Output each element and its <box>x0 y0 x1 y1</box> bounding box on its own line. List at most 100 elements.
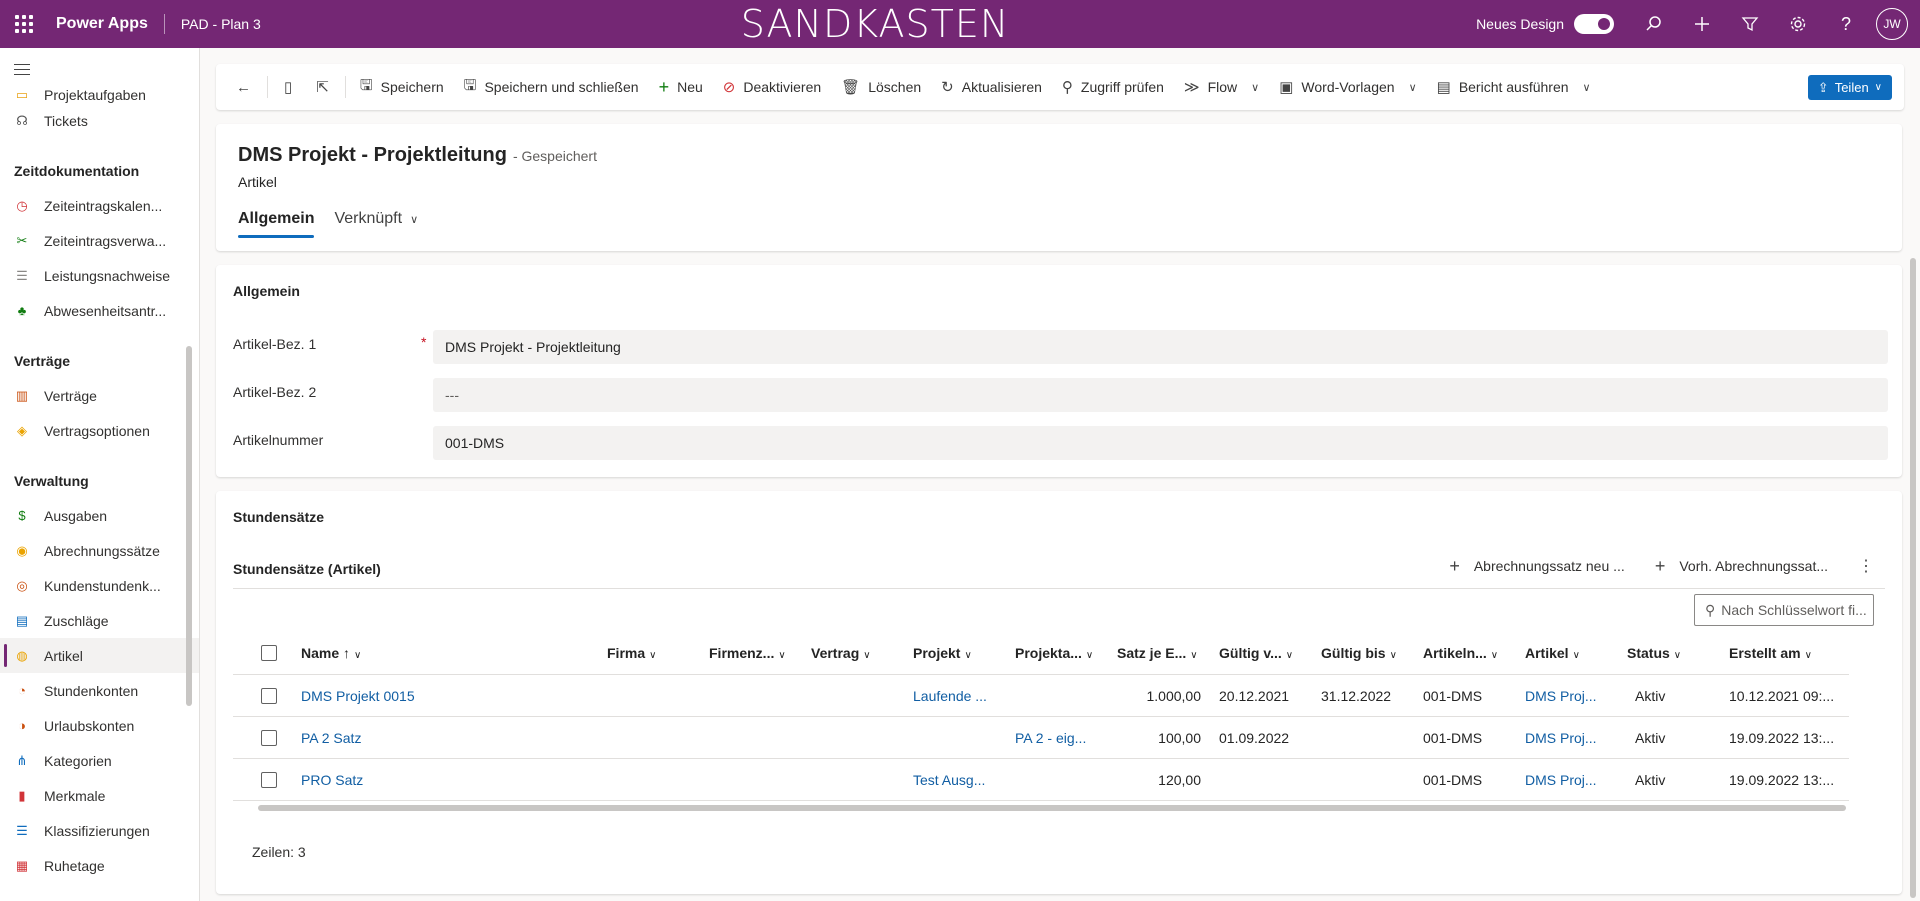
cell-name-link[interactable]: PA 2 Satz <box>293 730 599 746</box>
tab-label: Allgemein <box>238 210 315 227</box>
sidebar-scrollbar[interactable] <box>186 346 192 706</box>
sidebar-item-artikel[interactable]: ◍ Artikel <box>0 638 199 673</box>
app-launcher-icon[interactable] <box>0 0 48 48</box>
col-header-projektaufgabe[interactable]: Projekta... ∨ <box>1007 645 1109 661</box>
new-button[interactable]: + Neu <box>649 64 713 110</box>
cell-projekt-link[interactable]: Test Ausg... <box>905 772 1007 788</box>
row-checkbox[interactable] <box>261 771 277 788</box>
help-icon[interactable]: ? <box>1822 0 1870 48</box>
col-header-satz[interactable]: Satz je E... ∨ <box>1109 645 1211 661</box>
row-checkbox[interactable] <box>261 687 277 704</box>
sidebar-item-ausgaben[interactable]: $ Ausgaben <box>0 498 199 533</box>
artikel-bez-1-input[interactable]: DMS Projekt - Projektleitung <box>433 330 1888 364</box>
sidebar-item-abrechnungssaetze[interactable]: ◉ Abrechnungssätze <box>0 533 199 568</box>
sidebar-item-zeiteintragskalender[interactable]: ◷ Zeiteintragskalen... <box>0 188 199 223</box>
col-header-gueltig-von[interactable]: Gültig v... ∨ <box>1211 645 1313 661</box>
col-header-vertrag[interactable]: Vertrag ∨ <box>803 645 905 661</box>
cell-projekt-link[interactable]: Laufende ... <box>905 688 1007 704</box>
sidebar-item-zuschlaege[interactable]: ▤ Zuschläge <box>0 603 199 638</box>
sidebar-item-vertraege[interactable]: ▥ Verträge <box>0 378 199 413</box>
sidebar-item-urlaubskonten[interactable]: ◑ Urlaubskonten <box>0 708 199 743</box>
search-icon[interactable] <box>1630 0 1678 48</box>
rates-section: Stundensätze Stundensätze (Artikel) + Abr… <box>216 491 1902 894</box>
row-checkbox[interactable] <box>261 729 277 746</box>
col-header-firma[interactable]: Firma ∨ <box>599 645 701 661</box>
sidebar-item-tickets[interactable]: ☊ Tickets <box>0 103 199 138</box>
clock-icon: ◷ <box>16 197 28 213</box>
plus-icon[interactable] <box>1678 0 1726 48</box>
save-status: - Gespeichert <box>512 148 597 164</box>
sidebar-item-zeiteintragsverwaltung[interactable]: ✂ Zeiteintragsverwa... <box>0 223 199 258</box>
avatar[interactable]: JW <box>1876 8 1908 40</box>
new-design-label: Neues Design <box>1476 16 1564 32</box>
sidebar-item-leistungsnachweise[interactable]: ☰ Leistungsnachweise <box>0 258 199 293</box>
select-all-checkbox[interactable] <box>261 644 277 661</box>
flow-button[interactable]: ≫ Flow ∨ <box>1174 64 1269 110</box>
save-and-close-button[interactable]: 🖫 Speichern und schließen <box>454 64 649 110</box>
col-header-label: Satz je E... <box>1117 644 1187 661</box>
table-row[interactable]: PA 2 Satz PA 2 - eig... 100,00 01.09.202… <box>233 717 1849 759</box>
form-view-button[interactable]: ▯ <box>272 64 304 110</box>
artikelnummer-input[interactable]: 001-DMS <box>433 426 1888 460</box>
deactivate-button[interactable]: ⊘ Deaktivieren <box>713 64 831 110</box>
sidebar-item-kategorien[interactable]: ⋔ Kategorien <box>0 743 199 778</box>
page-scrollbar[interactable] <box>1910 258 1916 898</box>
cell-artikel-link[interactable]: DMS Proj... <box>1517 688 1619 704</box>
col-header-erstellt-am[interactable]: Erstellt am ∨ <box>1721 645 1835 661</box>
col-header-gueltig-bis[interactable]: Gültig bis ∨ <box>1313 645 1415 661</box>
col-header-status[interactable]: Status ∨ <box>1619 645 1721 661</box>
cell-name-link[interactable]: PRO Satz <box>293 772 599 788</box>
back-button[interactable]: ← <box>224 64 263 110</box>
open-new-window-button[interactable]: ⇱ <box>304 64 341 110</box>
filter-icon[interactable] <box>1726 0 1774 48</box>
col-header-label: Gültig v... <box>1219 644 1282 661</box>
more-options-icon[interactable]: ⋮ <box>1858 556 1874 576</box>
sidebar-item-projektaufgaben[interactable]: ▭ Projektaufgaben <box>0 79 199 103</box>
run-report-button[interactable]: ▤ Bericht ausführen ∨ <box>1427 64 1601 110</box>
col-header-name[interactable]: Name ↑ ∨ <box>293 645 599 661</box>
sidebar-item-stundenkonten[interactable]: ◔ Stundenkonten <box>0 673 199 708</box>
table-row[interactable]: DMS Projekt 0015 Laufende ... 1.000,00 2… <box>233 675 1849 717</box>
col-header-label: Gültig bis <box>1321 644 1386 661</box>
artikel-bez-2-input[interactable]: --- <box>433 378 1888 412</box>
cell-name-link[interactable]: DMS Projekt 0015 <box>293 688 599 704</box>
sidebar-item-ruhetage[interactable]: ▦ Ruhetage <box>0 848 199 883</box>
coins-icon: ◎ <box>16 577 28 593</box>
refresh-button[interactable]: ↻ Aktualisieren <box>931 64 1052 110</box>
chevron-down-icon: ∨ <box>1389 649 1397 661</box>
cell-artikel-link[interactable]: DMS Proj... <box>1517 772 1619 788</box>
divider <box>233 588 1885 589</box>
horizontal-scrollbar[interactable] <box>258 805 1846 811</box>
new-design-toggle[interactable] <box>1574 14 1614 34</box>
app-name[interactable]: Power Apps <box>56 15 148 33</box>
sidebar-item-merkmale[interactable]: ▮ Merkmale <box>0 778 199 813</box>
gear-icon[interactable] <box>1774 0 1822 48</box>
sidebar-item-klassifizierungen[interactable]: ☰ Klassifizierungen <box>0 813 199 848</box>
nav-group-verwaltung: Verwaltung <box>14 473 89 489</box>
subgrid-title: Stundensätze (Artikel) <box>233 561 381 577</box>
cell-satz: 100,00 <box>1158 729 1201 746</box>
sidebar-item-abwesenheitsantraege[interactable]: ♣ Abwesenheitsantr... <box>0 293 199 328</box>
existing-rate-button[interactable]: + Vorh. Abrechnungssat... <box>1655 556 1828 577</box>
save-button[interactable]: 🖫 Speichern <box>350 64 454 110</box>
col-header-artikelnummer[interactable]: Artikeln... ∨ <box>1415 645 1517 661</box>
divider <box>267 76 268 98</box>
share-button[interactable]: ⇪ Teilen ∨ <box>1807 75 1892 100</box>
environment-name[interactable]: PAD - Plan 3 <box>181 16 261 32</box>
col-header-artikel[interactable]: Artikel ∨ <box>1517 645 1619 661</box>
sidebar-item-kundenstundenkonten[interactable]: ◎ Kundenstundenk... <box>0 568 199 603</box>
delete-button[interactable]: 🗑 Löschen <box>831 64 931 110</box>
tab-allgemein[interactable]: Allgemein <box>238 210 315 238</box>
tab-verknuepft[interactable]: Verknüpft ∨ <box>334 210 418 238</box>
word-templates-button[interactable]: ▣ Word-Vorlagen ∨ <box>1269 64 1426 110</box>
new-rate-button[interactable]: + Abrechnungssatz neu ... <box>1449 556 1625 577</box>
col-header-projekt[interactable]: Projekt ∨ <box>905 645 1007 661</box>
col-header-firmenzuordnung[interactable]: Firmenz... ∨ <box>701 645 803 661</box>
check-access-button[interactable]: ⚲ Zugriff prüfen <box>1052 64 1174 110</box>
keyword-search-input[interactable]: ⚲ Nach Schlüsselwort fi... <box>1694 594 1874 626</box>
word-templates-label: Word-Vorlagen <box>1301 79 1395 95</box>
sidebar-item-vertragsoptionen[interactable]: ◈ Vertragsoptionen <box>0 413 199 448</box>
cell-artikel-link[interactable]: DMS Proj... <box>1517 730 1619 746</box>
table-row[interactable]: PRO Satz Test Ausg... 120,00 001-DMS DMS… <box>233 759 1849 801</box>
cell-projektaufgabe-link[interactable]: PA 2 - eig... <box>1007 730 1109 746</box>
